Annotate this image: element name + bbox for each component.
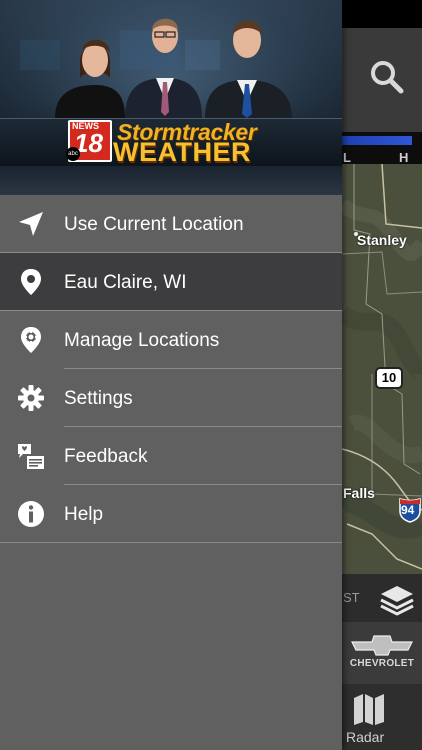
location-arrow-icon <box>19 212 43 236</box>
navigation-drawer: NEWS 18 abc Stormtracker WEATHER Use Cur… <box>0 0 342 750</box>
manage-locations-icon <box>21 327 41 353</box>
menu-item-label: Help <box>64 504 104 525</box>
chevrolet-logo-icon <box>351 635 413 656</box>
feedback-icon <box>18 444 44 469</box>
menu-item-label: Eau Claire, WI <box>64 272 187 293</box>
map-pin-icon <box>21 269 41 295</box>
gear-icon <box>18 385 44 411</box>
city-label-falls: Falls <box>343 485 375 501</box>
status-bar <box>342 0 422 28</box>
tab-radar[interactable]: Radar <box>346 729 384 745</box>
legend-high-label: H <box>399 150 409 165</box>
brand-title-line2: WEATHER <box>113 137 251 167</box>
menu-item-label: Feedback <box>64 446 148 467</box>
menu-item-label: Use Current Location <box>64 214 244 235</box>
menu-item-help[interactable]: Help <box>0 485 342 543</box>
menu-item-eau-claire[interactable]: Eau Claire, WI <box>0 253 342 311</box>
logo-network: abc <box>66 147 80 161</box>
menu-item-feedback[interactable]: Feedback <box>0 427 342 485</box>
legend-low-label: L <box>343 150 351 165</box>
sponsor-label: CHEVROLET <box>349 658 415 669</box>
drawer-menu: Use Current Location Eau Claire, WI Mana… <box>0 195 342 543</box>
layers-icon[interactable] <box>378 580 416 618</box>
menu-item-label: Settings <box>64 388 133 409</box>
drawer-header-image: NEWS 18 abc Stormtracker WEATHER <box>0 0 342 195</box>
menu-item-settings[interactable]: Settings <box>0 369 342 427</box>
menu-item-manage-locations[interactable]: Manage Locations <box>0 311 342 369</box>
map-icon[interactable] <box>352 692 386 726</box>
info-icon <box>18 501 44 527</box>
legend-gradient <box>342 136 412 145</box>
interstate-number: 94 <box>401 503 415 517</box>
city-label-stanley: Stanley <box>357 232 407 248</box>
menu-item-use-current-location[interactable]: Use Current Location <box>0 195 342 253</box>
menu-item-label: Manage Locations <box>64 330 220 351</box>
highway-shield: 10 <box>375 367 403 389</box>
partial-label: ST <box>343 590 360 605</box>
search-icon[interactable] <box>370 60 404 94</box>
